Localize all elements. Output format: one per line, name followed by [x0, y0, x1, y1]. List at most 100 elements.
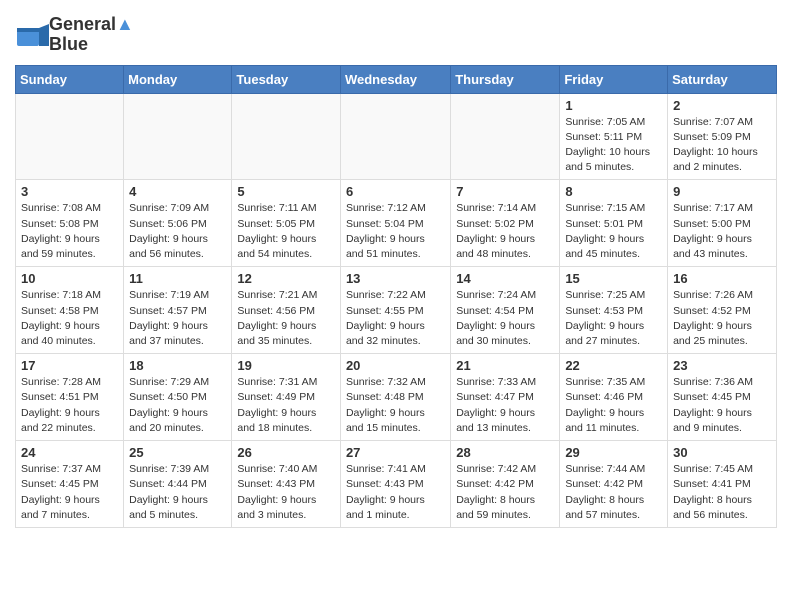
day-info: Sunrise: 7:40 AMSunset: 4:43 PMDaylight:…	[237, 462, 335, 523]
day-info: Sunrise: 7:08 AMSunset: 5:08 PMDaylight:…	[21, 201, 118, 262]
weekday-header-tuesday: Tuesday	[232, 65, 341, 93]
day-cell	[232, 93, 341, 180]
day-info: Sunrise: 7:45 AMSunset: 4:41 PMDaylight:…	[673, 462, 771, 523]
weekday-header-saturday: Saturday	[668, 65, 777, 93]
day-number: 21	[456, 358, 554, 373]
day-info: Sunrise: 7:28 AMSunset: 4:51 PMDaylight:…	[21, 375, 118, 436]
day-info: Sunrise: 7:14 AMSunset: 5:02 PMDaylight:…	[456, 201, 554, 262]
day-cell	[124, 93, 232, 180]
day-cell: 10 Sunrise: 7:18 AMSunset: 4:58 PMDayligh…	[16, 267, 124, 354]
logo-text: General▲ Blue	[49, 15, 134, 55]
day-number: 19	[237, 358, 335, 373]
day-cell: 22Sunrise: 7:35 AMSunset: 4:46 PMDayligh…	[560, 354, 668, 441]
day-info: Sunrise: 7:17 AMSunset: 5:00 PMDaylight:…	[673, 201, 771, 262]
day-info: Sunrise: 7:11 AMSunset: 5:05 PMDaylight:…	[237, 201, 335, 262]
day-info: Sunrise: 7:07 AMSunset: 5:09 PMDaylight:…	[673, 115, 771, 176]
day-cell: 25Sunrise: 7:39 AMSunset: 4:44 PMDayligh…	[124, 441, 232, 528]
day-info: Sunrise: 7:41 AMSunset: 4:43 PMDaylight:…	[346, 462, 445, 523]
week-row-2: 3Sunrise: 7:08 AMSunset: 5:08 PMDaylight…	[16, 180, 777, 267]
day-number: 25	[129, 445, 226, 460]
day-number: 30	[673, 445, 771, 460]
day-info: Sunrise: 7:37 AMSunset: 4:45 PMDaylight:…	[21, 462, 118, 523]
day-info: Sunrise: 7:32 AMSunset: 4:48 PMDaylight:…	[346, 375, 445, 436]
day-cell: 26 Sunrise: 7:40 AMSunset: 4:43 PMDayligh…	[232, 441, 341, 528]
day-cell: 12Sunrise: 7:21 AMSunset: 4:56 PMDayligh…	[232, 267, 341, 354]
day-number: 4	[129, 184, 226, 199]
day-cell: 30 Sunrise: 7:45 AMSunset: 4:41 PMDayligh…	[668, 441, 777, 528]
day-number: 24	[21, 445, 118, 460]
day-number: 28	[456, 445, 554, 460]
day-info: Sunrise: 7:42 AMSunset: 4:42 PMDaylight:…	[456, 462, 554, 523]
day-cell: 11Sunrise: 7:19 AMSunset: 4:57 PMDayligh…	[124, 267, 232, 354]
day-number: 13	[346, 271, 445, 286]
day-cell: 17 Sunrise: 7:28 AMSunset: 4:51 PMDayligh…	[16, 354, 124, 441]
weekday-header-friday: Friday	[560, 65, 668, 93]
week-row-3: 10 Sunrise: 7:18 AMSunset: 4:58 PMDayligh…	[16, 267, 777, 354]
day-info: Sunrise: 7:05 AMSunset: 5:11 PMDaylight:…	[565, 115, 662, 176]
day-number: 7	[456, 184, 554, 199]
day-info: Sunrise: 7:29 AMSunset: 4:50 PMDaylight:…	[129, 375, 226, 436]
day-cell: 28 Sunrise: 7:42 AMSunset: 4:42 PMDayligh…	[451, 441, 560, 528]
day-number: 2	[673, 98, 771, 113]
day-cell: 9 Sunrise: 7:17 AMSunset: 5:00 PMDaylight…	[668, 180, 777, 267]
logo-line1: General▲	[49, 15, 134, 35]
day-info: Sunrise: 7:35 AMSunset: 4:46 PMDaylight:…	[565, 375, 662, 436]
day-number: 15	[565, 271, 662, 286]
calendar-table: SundayMondayTuesdayWednesdayThursdayFrid…	[15, 65, 777, 528]
day-cell: 19 Sunrise: 7:31 AMSunset: 4:49 PMDayligh…	[232, 354, 341, 441]
day-cell	[340, 93, 450, 180]
day-number: 29	[565, 445, 662, 460]
day-number: 6	[346, 184, 445, 199]
day-number: 5	[237, 184, 335, 199]
day-cell: 21 Sunrise: 7:33 AMSunset: 4:47 PMDayligh…	[451, 354, 560, 441]
day-cell: 15 Sunrise: 7:25 AMSunset: 4:53 PMDayligh…	[560, 267, 668, 354]
weekday-header-wednesday: Wednesday	[340, 65, 450, 93]
day-info: Sunrise: 7:22 AMSunset: 4:55 PMDaylight:…	[346, 288, 445, 349]
day-cell: 27 Sunrise: 7:41 AMSunset: 4:43 PMDayligh…	[340, 441, 450, 528]
day-cell	[16, 93, 124, 180]
day-number: 8	[565, 184, 662, 199]
header: General▲ Blue	[15, 15, 777, 55]
day-number: 27	[346, 445, 445, 460]
logo: General▲ Blue	[15, 15, 134, 55]
week-row-1: 1 Sunrise: 7:05 AMSunset: 5:11 PMDaylight…	[16, 93, 777, 180]
day-info: Sunrise: 7:25 AMSunset: 4:53 PMDaylight:…	[565, 288, 662, 349]
week-row-4: 17 Sunrise: 7:28 AMSunset: 4:51 PMDayligh…	[16, 354, 777, 441]
day-info: Sunrise: 7:19 AMSunset: 4:57 PMDaylight:…	[129, 288, 226, 349]
week-row-5: 24 Sunrise: 7:37 AMSunset: 4:45 PMDayligh…	[16, 441, 777, 528]
day-cell: 3Sunrise: 7:08 AMSunset: 5:08 PMDaylight…	[16, 180, 124, 267]
day-number: 9	[673, 184, 771, 199]
day-cell: 29 Sunrise: 7:44 AMSunset: 4:42 PMDayligh…	[560, 441, 668, 528]
day-cell: 6 Sunrise: 7:12 AMSunset: 5:04 PMDaylight…	[340, 180, 450, 267]
day-number: 18	[129, 358, 226, 373]
day-cell: 13 Sunrise: 7:22 AMSunset: 4:55 PMDayligh…	[340, 267, 450, 354]
day-info: Sunrise: 7:21 AMSunset: 4:56 PMDaylight:…	[237, 288, 335, 349]
day-info: Sunrise: 7:44 AMSunset: 4:42 PMDaylight:…	[565, 462, 662, 523]
day-number: 17	[21, 358, 118, 373]
day-cell: 24 Sunrise: 7:37 AMSunset: 4:45 PMDayligh…	[16, 441, 124, 528]
day-info: Sunrise: 7:31 AMSunset: 4:49 PMDaylight:…	[237, 375, 335, 436]
day-cell: 23Sunrise: 7:36 AMSunset: 4:45 PMDayligh…	[668, 354, 777, 441]
day-info: Sunrise: 7:12 AMSunset: 5:04 PMDaylight:…	[346, 201, 445, 262]
day-info: Sunrise: 7:24 AMSunset: 4:54 PMDaylight:…	[456, 288, 554, 349]
day-cell: 7 Sunrise: 7:14 AMSunset: 5:02 PMDaylight…	[451, 180, 560, 267]
day-cell	[451, 93, 560, 180]
day-cell: 14 Sunrise: 7:24 AMSunset: 4:54 PMDayligh…	[451, 267, 560, 354]
day-cell: 1 Sunrise: 7:05 AMSunset: 5:11 PMDaylight…	[560, 93, 668, 180]
day-number: 10	[21, 271, 118, 286]
day-cell: 2 Sunrise: 7:07 AMSunset: 5:09 PMDaylight…	[668, 93, 777, 180]
day-cell: 20 Sunrise: 7:32 AMSunset: 4:48 PMDayligh…	[340, 354, 450, 441]
day-info: Sunrise: 7:18 AMSunset: 4:58 PMDaylight:…	[21, 288, 118, 349]
weekday-header-thursday: Thursday	[451, 65, 560, 93]
day-number: 26	[237, 445, 335, 460]
day-number: 20	[346, 358, 445, 373]
day-info: Sunrise: 7:33 AMSunset: 4:47 PMDaylight:…	[456, 375, 554, 436]
logo-icon	[15, 20, 45, 50]
day-info: Sunrise: 7:09 AMSunset: 5:06 PMDaylight:…	[129, 201, 226, 262]
day-info: Sunrise: 7:15 AMSunset: 5:01 PMDaylight:…	[565, 201, 662, 262]
day-cell: 5 Sunrise: 7:11 AMSunset: 5:05 PMDaylight…	[232, 180, 341, 267]
day-number: 1	[565, 98, 662, 113]
day-cell: 18 Sunrise: 7:29 AMSunset: 4:50 PMDayligh…	[124, 354, 232, 441]
day-number: 14	[456, 271, 554, 286]
weekday-header-row: SundayMondayTuesdayWednesdayThursdayFrid…	[16, 65, 777, 93]
